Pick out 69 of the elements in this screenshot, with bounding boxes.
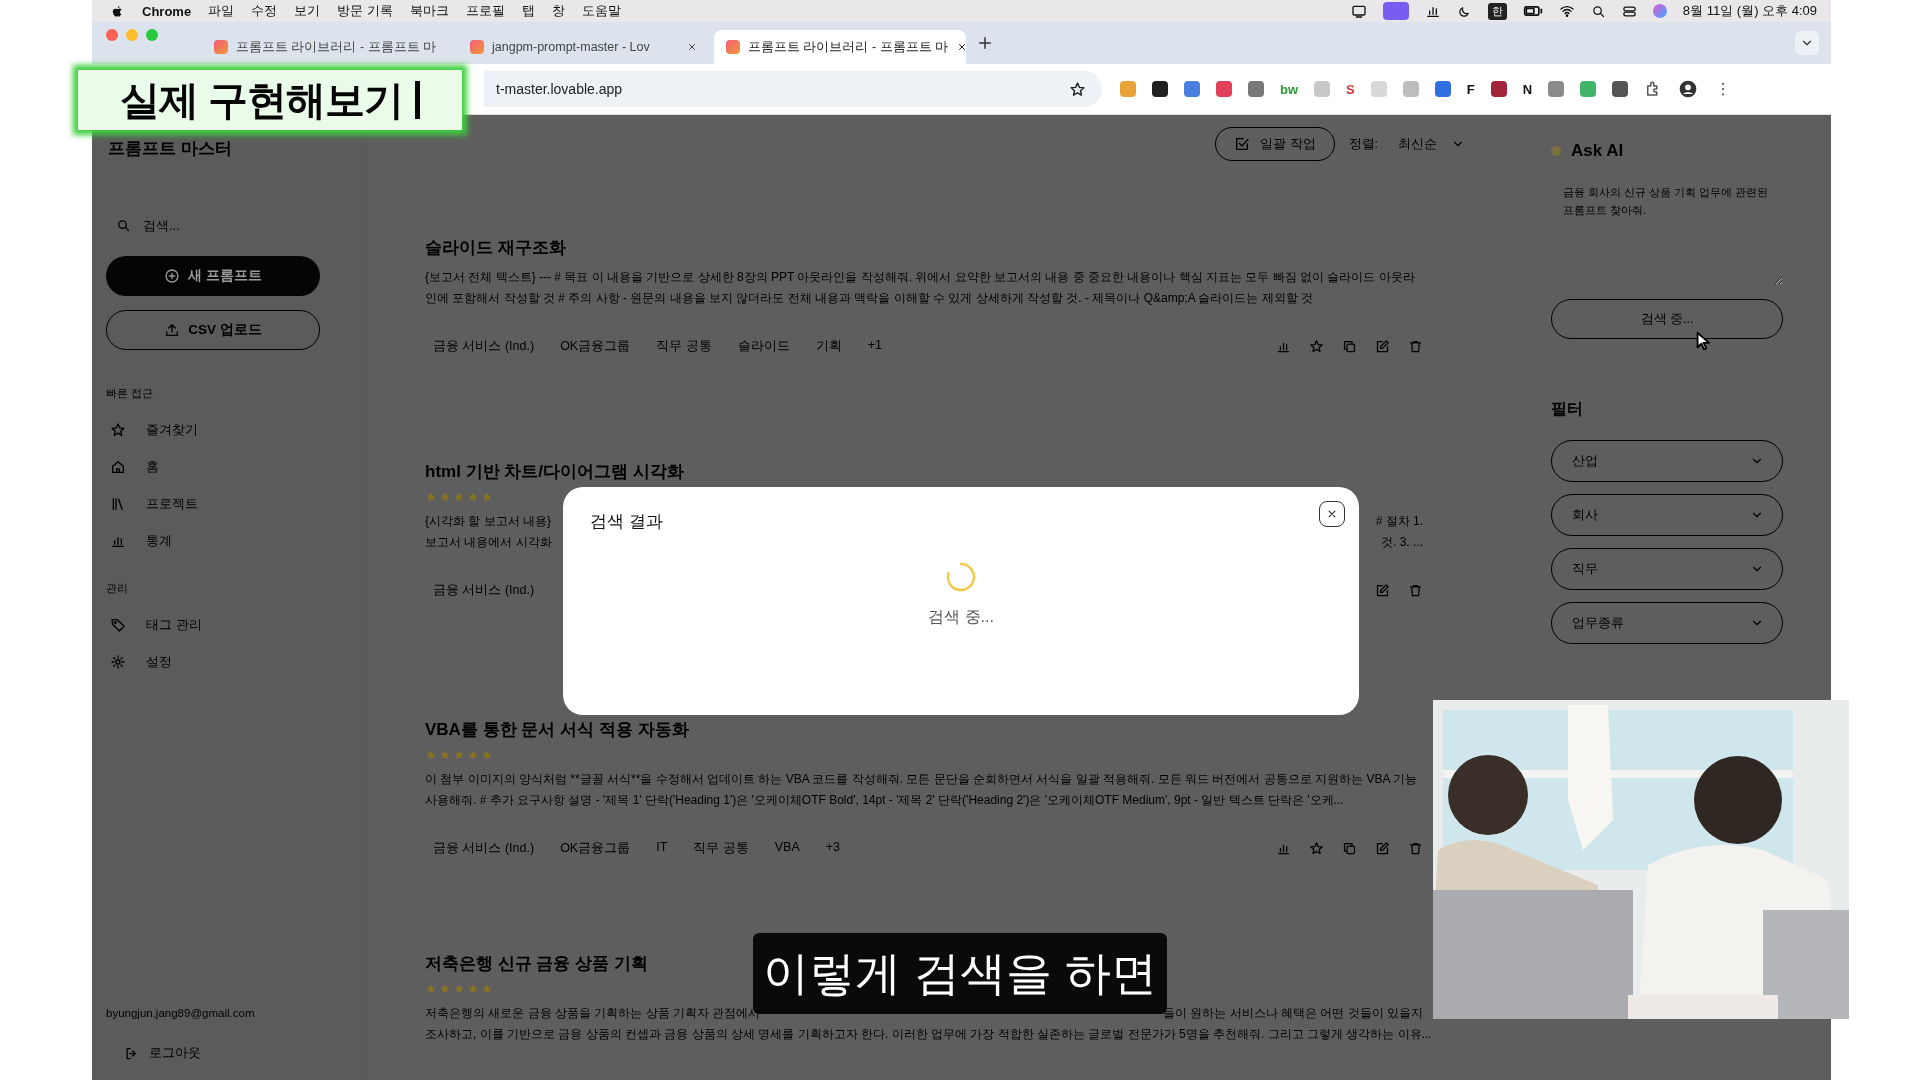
tab-title: 프롬프트 라이브러리 - 프롬프트 마 [748,38,949,56]
description-text: # 절차 1. [1375,513,1423,530]
search-field[interactable]: 검색... [141,216,342,234]
tag-label[interactable]: OK금융그룹 [552,333,639,360]
tag-label[interactable]: 기획 [807,333,850,360]
menu-item[interactable]: 창 [551,2,565,20]
tag-label[interactable]: VBA [766,835,808,862]
loading-text: 검색 중... [928,607,994,627]
tab-title: 프롬프트 라이브러리 - 프롬프트 마 [236,38,438,56]
description-text: 것. 3. ... [1381,534,1423,551]
nav-item[interactable]: 프로젝트 [106,485,352,522]
card-title: 슬라이드 재구조화 [425,237,567,259]
menu-clock[interactable]: 8월 11일 (월) 오후 4:09 [1682,2,1817,20]
tag-label[interactable]: 금융 서비스 (Ind.) [425,577,543,604]
nav-item[interactable]: 설정 [106,643,352,680]
section-heading: 관리 [106,581,129,596]
query-field[interactable]: 금융 회사의 신규 상품 기획 업무에 관련된 프롬프트 찾아줘. [1551,177,1783,285]
description-text: 이 첨부 이미지의 양식처럼 **글꼴 서식**을 수정해서 업데이트 하는 VBA 코드를 작성해줘. 모든 문단을 순회하면서 서식을 일괄 적용해줘. 모든 워드 버전에서 공통으로 지원하는 VBA 기능 [425,771,1418,788]
extension-icon[interactable]: N [1522,81,1533,97]
description-text: {시각화 할 보고서 내용} [425,513,552,530]
panel-title: Ask AI [1571,141,1624,161]
menu-item[interactable]: 수정 [251,2,278,20]
card-title: html 기반 차트/다이어그램 시각화 [425,461,685,483]
banner-text: 실제 구현해보기 [119,76,404,124]
app-title: 프롬프트 마스터 [107,138,233,160]
tag-label[interactable]: 금융 서비스 (Ind.) [425,835,543,862]
sort-dropdown[interactable]: 최신순 [1392,127,1471,161]
tag-label[interactable]: OK금융그룹 [552,835,639,862]
tag-label[interactable]: +1 [859,333,890,360]
section-heading: 빠른 접근 [106,386,155,401]
description-text: 인에 포함해서 작성할 것 # 주의 사항 - 원문의 내용을 보지 않더라도 전체 내용과 맥락을 이해할 수 있게 상세하게 작성할 것. - 제목이나 Q&amp;A 슬라이드는 제외할 것 [425,290,1314,307]
menu-item[interactable]: 파일 [208,2,235,20]
tag-label[interactable]: 금융 서비스 (Ind.) [425,333,543,360]
description-text: 조사하고, 이를 기반으로 금융 상품의 컨셉과 금융 상품의 상세 명세를 기획하고자 한다. 이러한 업무에 가장 적합한 실존하는 글로벌 전문가가 5명을 추천해줘. 그리고 그렇게 생각하는 이유... [425,1026,1432,1043]
tag-label[interactable]: +3 [817,835,849,862]
menu-item[interactable]: 도움말 [581,2,621,20]
tag-label[interactable]: 직무 공통 [648,333,720,360]
input-source-badge[interactable]: 한 [1487,2,1507,20]
browser-tab[interactable]: jangpm-prompt-master - Lov [458,30,710,64]
nav-item[interactable]: 통계 [106,522,352,559]
menu-item[interactable]: 탭 [521,2,535,20]
menu-item[interactable]: Chrome [142,3,192,19]
tag-label[interactable]: 직무 공통 [685,835,757,862]
menu-item[interactable]: 프로필 [465,2,505,20]
extension-icon[interactable]: F [1466,81,1475,97]
dialog-title: 검색 결과 [590,511,663,533]
description-text: 보고서 내용에서 시각화 [425,534,552,551]
nav-item[interactable]: 홈 [106,448,352,485]
browser-tab[interactable]: 프롬프트 라이브러리 - 프롬프트 마 [714,30,966,64]
extension-icon[interactable]: bw [1280,81,1299,97]
nav-item[interactable]: 태그 관리 [106,606,352,643]
card-title: VBA를 통한 문서 서식 적용 자동화 [425,719,690,741]
tab-title: jangpm-prompt-master - Lov [492,40,651,54]
menu-item[interactable]: 북마크 [409,2,449,20]
tag-label[interactable]: 슬라이드 [729,333,798,360]
menu-item[interactable]: 방문 기록 [337,2,393,20]
tag-label[interactable]: IT [648,835,676,862]
menu-item[interactable]: 보기 [294,2,321,20]
logout-link[interactable]: 로그아웃 [106,1045,352,1062]
sort-label: 정렬: [1348,136,1378,153]
browser-tab[interactable]: 프롬프트 라이브러리 - 프롬프트 마 [202,30,454,64]
new-prompt-button[interactable]: 새 프롬프트 [106,256,320,296]
description-text: {보고서 전체 텍스트} --- # 목표 이 내용을 기반으로 상세한 8장의 PPT 아웃라인을 작성해줘. 위에서 요약한 보고서의 내용 중 중요한 내용이나 핵심 지표는 모두 빠짐 없이 슬라이드 아웃라 [425,269,1415,286]
extension-icon[interactable]: S [1346,81,1355,97]
description-text: 사용해줘. # 추가 요구사항 설명 - '제목 1' 단락('Heading 1')은 '오케이체OTF Bold', 14pt - '제목 2' 단락('Heading 2')은 '오케이체OTF Medium', 9pt - 일반 텍스트 단락은 '오케... [425,792,1344,809]
user-email: byungjun.jang89@gmail.com [106,1007,256,1019]
section-heading: 필터 [1551,399,1584,419]
nav-item[interactable]: 즐겨찾기 [106,411,352,448]
address-field[interactable]: t-master.lovable.app [484,71,1102,107]
